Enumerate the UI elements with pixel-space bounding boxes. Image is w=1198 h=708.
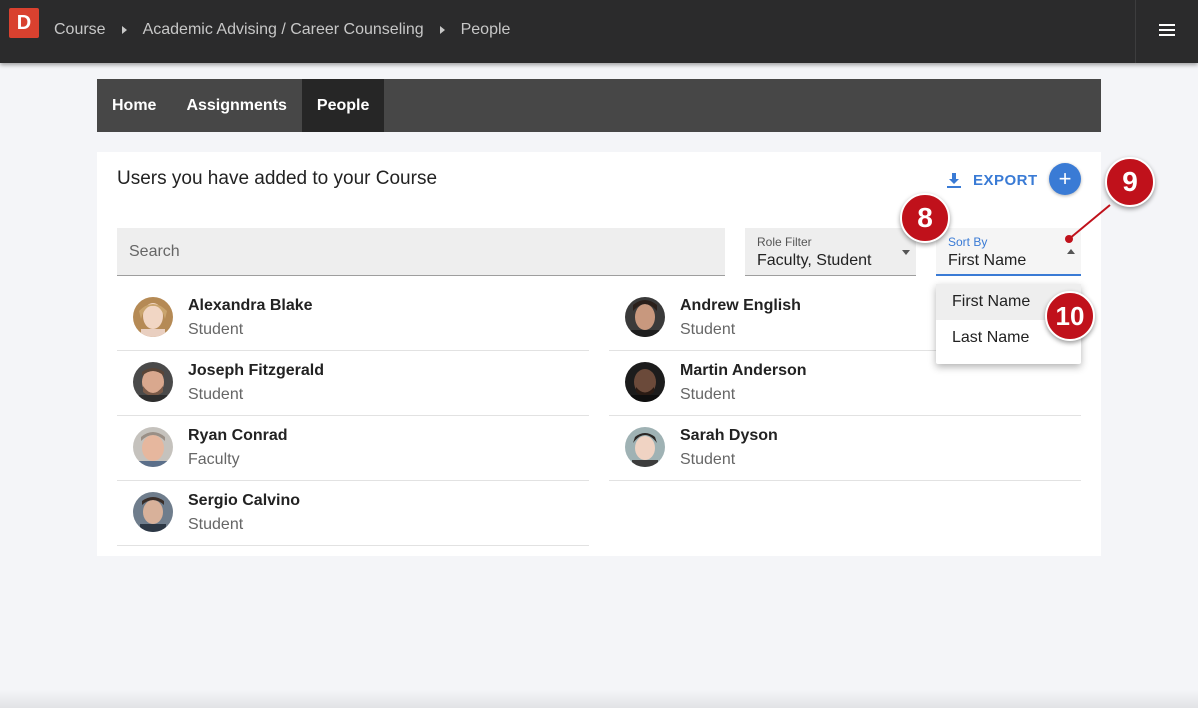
caret-down-icon — [902, 250, 910, 255]
role-filter-label: Role Filter — [757, 235, 812, 249]
avatar — [133, 492, 173, 532]
breadcrumb-course-name[interactable]: Academic Advising / Career Counseling — [143, 21, 424, 39]
tab-assignments[interactable]: Assignments — [171, 79, 301, 132]
avatar — [133, 297, 173, 337]
tab-home[interactable]: Home — [97, 79, 171, 132]
list-item[interactable]: Joseph Fitzgerald Student — [117, 351, 589, 416]
chevron-right-icon — [121, 26, 127, 34]
person-role: Student — [680, 451, 736, 468]
sort-by-value: First Name — [948, 252, 1027, 269]
person-name: Joseph Fitzgerald — [188, 362, 325, 379]
search-input[interactable] — [117, 228, 725, 276]
bottom-edge — [0, 690, 1198, 708]
chevron-right-icon — [439, 26, 445, 34]
list-item[interactable]: Ryan Conrad Faculty — [117, 416, 589, 481]
callout-badge-10: 10 — [1045, 291, 1095, 341]
breadcrumb-people: People — [460, 21, 511, 38]
list-item[interactable]: Sarah Dyson Student — [609, 416, 1081, 481]
download-icon — [947, 172, 961, 188]
callout-badge-9: 9 — [1105, 157, 1155, 207]
page-title: Users you have added to your Course — [117, 168, 438, 189]
person-name: Andrew English — [680, 297, 801, 314]
avatar — [625, 427, 665, 467]
top-bar: D Course Academic Advising / Career Coun… — [0, 0, 1198, 63]
role-filter-value: Faculty, Student — [757, 252, 872, 269]
role-filter-select[interactable]: Role Filter Faculty, Student — [745, 228, 916, 276]
person-role: Faculty — [188, 451, 240, 468]
export-label: EXPORT — [973, 172, 1038, 189]
topbar-divider — [1135, 0, 1136, 63]
person-name: Sarah Dyson — [680, 427, 778, 444]
add-user-button[interactable]: + — [1049, 163, 1081, 195]
person-role: Student — [680, 386, 736, 403]
sort-by-select[interactable]: Sort By First Name — [936, 228, 1081, 276]
callout-badge-8: 8 — [900, 193, 950, 243]
person-role: Student — [188, 321, 244, 338]
tab-people[interactable]: People — [301, 79, 385, 132]
avatar — [133, 427, 173, 467]
breadcrumb: Course Academic Advising / Career Counse… — [54, 21, 510, 39]
avatar — [625, 297, 665, 337]
caret-up-icon — [1067, 249, 1075, 254]
person-role: Student — [188, 386, 244, 403]
list-item[interactable]: Alexandra Blake Student — [117, 286, 589, 351]
person-role: Student — [188, 516, 244, 533]
people-list-left: Alexandra Blake Student Joseph Fitzgeral… — [117, 286, 589, 546]
course-tabs: Home Assignments People — [97, 79, 1101, 132]
export-button[interactable]: EXPORT — [947, 172, 1038, 189]
avatar — [133, 362, 173, 402]
avatar — [625, 362, 665, 402]
breadcrumb-course[interactable]: Course — [54, 21, 106, 39]
app-logo[interactable]: D — [9, 8, 39, 38]
person-name: Sergio Calvino — [188, 492, 301, 509]
person-name: Alexandra Blake — [188, 297, 313, 314]
person-name: Ryan Conrad — [188, 427, 288, 444]
sort-by-label: Sort By — [948, 235, 988, 249]
hamburger-menu-icon[interactable] — [1159, 24, 1175, 38]
person-name: Martin Anderson — [680, 362, 807, 379]
list-item[interactable]: Sergio Calvino Student — [117, 481, 589, 546]
person-role: Student — [680, 321, 736, 338]
